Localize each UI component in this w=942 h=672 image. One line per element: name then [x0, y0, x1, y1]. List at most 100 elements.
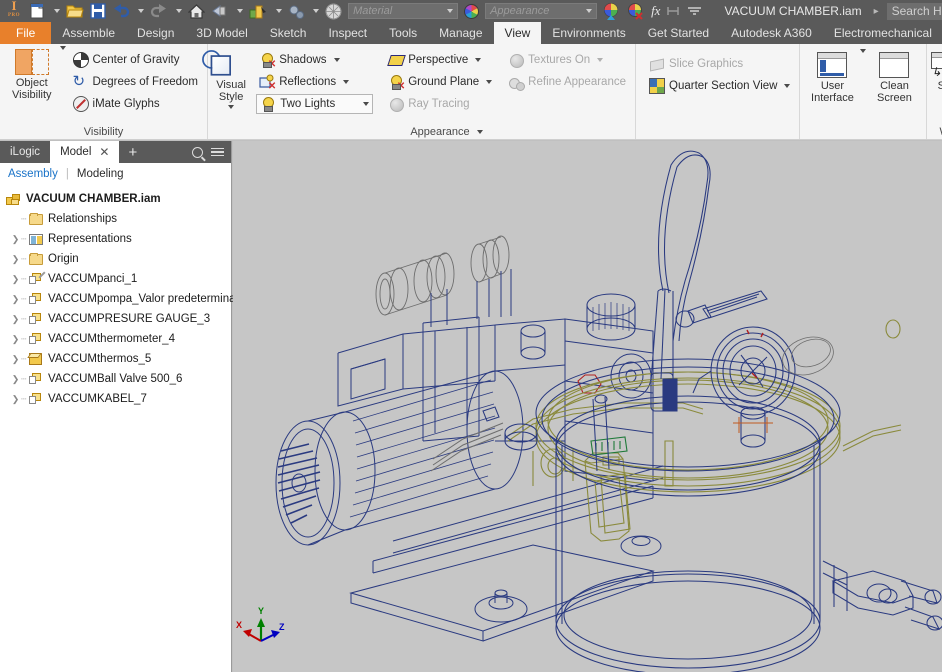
visual-style-dropdown-icon[interactable]	[228, 105, 235, 109]
appearance-panel-expand-icon[interactable]	[476, 130, 483, 134]
home-icon[interactable]	[185, 0, 208, 22]
object-visibility-dropdown-icon[interactable]	[59, 46, 66, 50]
tree-node-vaccumpresure-gauge[interactable]: ❯ ┄ VACCUMPRESURE GAUGE_3	[4, 309, 231, 329]
tab-get-started[interactable]: Get Started	[637, 22, 720, 44]
quarter-section-view-dropdown-icon[interactable]	[784, 84, 791, 88]
shadows-dropdown-icon[interactable]	[333, 58, 340, 62]
save-icon[interactable]	[87, 0, 109, 22]
expander-icon[interactable]: ❯	[10, 274, 21, 285]
redo-dropdown-icon[interactable]	[171, 0, 185, 22]
graphics-viewport[interactable]: Y X Z	[233, 141, 942, 672]
tree-node-vaccumkabel[interactable]: ❯ ┄ VACCUMKABEL_7	[4, 389, 231, 409]
center-of-gravity-icon	[72, 52, 89, 68]
document-title-arrow[interactable]: ▸	[874, 6, 879, 17]
clear-appearance-icon[interactable]	[624, 0, 648, 22]
expander-icon[interactable]: ❯	[10, 294, 21, 305]
perspective-button[interactable]: Perspective	[385, 50, 495, 70]
return-dropdown-icon[interactable]	[232, 0, 246, 22]
tree-node-vaccumpanci[interactable]: ❯ ┄ VACCUMpanci_1	[4, 269, 231, 289]
hamburger-menu-icon[interactable]	[211, 147, 224, 157]
update-dropdown-icon[interactable]	[271, 0, 285, 22]
open-folder-icon[interactable]	[63, 0, 87, 22]
material-dropdown-icon[interactable]	[447, 9, 454, 13]
update-icon[interactable]	[246, 0, 271, 22]
new-file-icon[interactable]	[26, 0, 49, 22]
perspective-dropdown-icon[interactable]	[475, 58, 482, 62]
tree-node-vaccumball-valve[interactable]: ❯ ┄ VACCUMBall Valve 500_6	[4, 369, 231, 389]
add-browser-tab-button[interactable]: +	[119, 141, 146, 163]
ground-plane-button[interactable]: ✕ Ground Plane	[385, 72, 495, 92]
fx-parameters-icon[interactable]: fx	[648, 0, 663, 22]
imate-glyphs-button[interactable]: iMate Glyphs	[70, 94, 201, 114]
user-interface-label-line2: Interface	[811, 92, 854, 104]
search-icon[interactable]	[192, 146, 203, 158]
browser-tab-model[interactable]: Model ✕	[50, 141, 120, 163]
cube-icon	[28, 352, 45, 367]
select-dropdown-icon[interactable]	[308, 0, 322, 22]
adjust-appearance-icon[interactable]	[600, 0, 624, 22]
tab-manage[interactable]: Manage	[428, 22, 493, 44]
degrees-of-freedom-button[interactable]: Degrees of Freedom	[70, 72, 201, 92]
tab-electromechanical[interactable]: Electromechanical	[823, 22, 942, 44]
refine-appearance-label: Refine Appearance	[528, 76, 626, 88]
tab-sketch[interactable]: Sketch	[259, 22, 318, 44]
expander-icon[interactable]: ❯	[10, 394, 21, 405]
new-file-dropdown-icon[interactable]	[49, 0, 63, 22]
expander-icon[interactable]: ❯	[10, 334, 21, 345]
search-help-input[interactable]: Search Help & C	[886, 2, 942, 20]
browser-mode-separator: |	[65, 168, 69, 180]
refine-appearance-icon	[508, 74, 526, 91]
tree-node-vaccumpompa[interactable]: ❯ ┄ VACCUMpompa_Valor predeterminado_2	[4, 289, 261, 309]
undo-icon[interactable]	[109, 0, 133, 22]
tab-design[interactable]: Design	[126, 22, 185, 44]
visual-style-button[interactable]: Visual Style	[202, 46, 250, 109]
reflections-button[interactable]: ✕ Reflections	[256, 72, 373, 92]
material-browser-icon[interactable]	[322, 0, 345, 22]
expander-icon[interactable]: ❯	[10, 374, 21, 385]
tree-node-representations[interactable]: ❯ ┄ Representations	[4, 229, 231, 249]
tab-inspect[interactable]: Inspect	[317, 22, 378, 44]
browser-mode-modeling[interactable]: Modeling	[77, 168, 124, 180]
two-lights-dropdown-icon[interactable]	[363, 102, 370, 106]
select-icon[interactable]	[285, 0, 308, 22]
return-icon[interactable]	[208, 0, 232, 22]
qat-overflow-icon[interactable]	[685, 0, 704, 22]
tree-node-origin[interactable]: ❯ ┄ Origin	[4, 249, 231, 269]
expander-icon[interactable]: ❯	[10, 354, 21, 365]
tree-node-assembly-root[interactable]: VACUUM CHAMBER.iam	[4, 189, 231, 209]
appearance-field[interactable]: Appearance	[482, 0, 600, 22]
tree-node-vaccumthermometer[interactable]: ❯ ┄ VACCUMthermometer_4	[4, 329, 231, 349]
browser-tab-ilogic[interactable]: iLogic	[0, 141, 50, 163]
tree-node-relationships[interactable]: ┄ Relationships	[4, 209, 231, 229]
two-lights-button[interactable]: Two Lights	[256, 94, 374, 114]
gauge-needle	[746, 329, 764, 379]
reflections-dropdown-icon[interactable]	[343, 80, 350, 84]
shadows-button[interactable]: ✕ Shadows	[256, 50, 373, 70]
quarter-section-view-button[interactable]: Quarter Section View	[646, 76, 793, 96]
tab-3d-model[interactable]: 3D Model	[185, 22, 258, 44]
expander-icon[interactable]: ❯	[10, 234, 21, 245]
clean-screen-button[interactable]: Clean Screen	[866, 49, 922, 104]
measure-icon[interactable]	[663, 0, 685, 22]
close-icon[interactable]: ✕	[99, 145, 109, 159]
user-interface-button[interactable]: User Interface	[804, 49, 860, 104]
appearance-swatch-icon[interactable]	[461, 0, 482, 22]
material-field[interactable]: Material	[345, 0, 461, 22]
redo-icon[interactable]	[147, 0, 171, 22]
browser-mode-assembly[interactable]: Assembly	[8, 168, 58, 180]
tab-view[interactable]: View	[493, 22, 542, 44]
tab-assemble[interactable]: Assemble	[51, 22, 126, 44]
undo-dropdown-icon[interactable]	[133, 0, 147, 22]
expander-icon[interactable]: ❯	[10, 314, 21, 325]
tab-environments[interactable]: Environments	[541, 22, 636, 44]
tree-node-vaccumthermos[interactable]: ❯ ┄ VACCUMthermos_5	[4, 349, 231, 369]
center-of-gravity-button[interactable]: Center of Gravity	[70, 50, 201, 70]
tab-file[interactable]: File	[0, 22, 52, 44]
expander-icon[interactable]: ❯	[10, 254, 21, 265]
object-visibility-button[interactable]: Object Visibility	[4, 46, 60, 101]
ground-plane-dropdown-icon[interactable]	[486, 80, 493, 84]
switch-windows-button[interactable]: ↳ Swi	[931, 49, 942, 98]
tab-autodesk-a360[interactable]: Autodesk A360	[720, 22, 823, 44]
tab-tools[interactable]: Tools	[378, 22, 428, 44]
appearance-dropdown-icon[interactable]	[586, 9, 593, 13]
